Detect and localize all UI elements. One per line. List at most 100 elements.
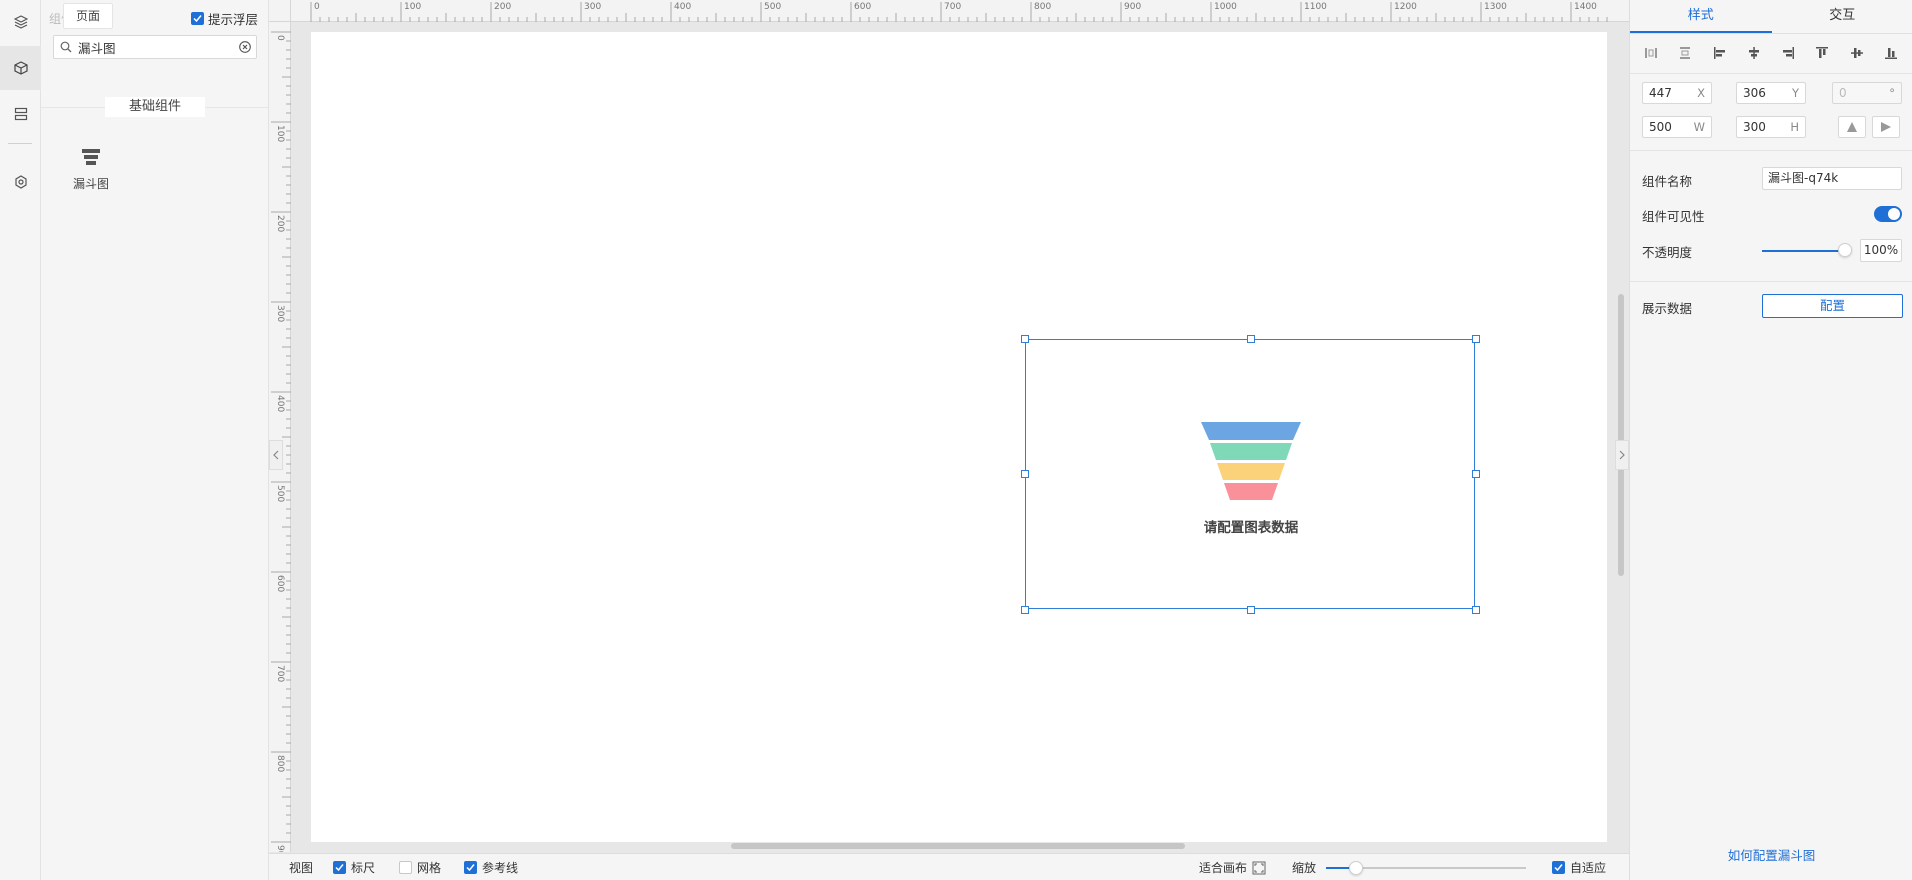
resize-handle-se[interactable]: [1472, 606, 1480, 614]
left-ruler: 0 100 200 300 400 500 600 700 800 900: [269, 22, 291, 852]
ruler-tick-label: 300: [275, 305, 285, 322]
y-position-input[interactable]: 306 Y: [1736, 82, 1806, 104]
zoom-slider[interactable]: [1326, 861, 1526, 875]
clear-search-icon[interactable]: [234, 41, 256, 53]
resize-handle-s[interactable]: [1247, 606, 1255, 614]
resize-handle-n[interactable]: [1247, 335, 1255, 343]
chevron-left-icon: [273, 450, 279, 460]
component-cube-icon[interactable]: [0, 46, 41, 90]
y-unit: Y: [1791, 86, 1799, 100]
auto-fit-label: 自适应: [1570, 861, 1607, 875]
resize-handle-nw[interactable]: [1021, 335, 1029, 343]
tab-page[interactable]: 页面: [63, 3, 114, 29]
component-item-funnel[interactable]: 漏斗图: [61, 148, 121, 192]
align-middle-vertical-icon[interactable]: [1846, 42, 1868, 64]
zoom-slider-knob[interactable]: [1349, 861, 1363, 875]
component-search[interactable]: 漏斗图: [53, 35, 257, 59]
search-icon: [54, 41, 78, 53]
tab-style[interactable]: 样式: [1630, 0, 1772, 33]
collapse-left-panel-button[interactable]: [269, 440, 283, 470]
help-link[interactable]: 如何配置漏斗图: [1630, 845, 1912, 864]
checkbox-checked-icon[interactable]: [333, 861, 346, 874]
align-right-icon[interactable]: [1777, 42, 1799, 64]
opacity-input[interactable]: 100%: [1860, 239, 1902, 262]
component-name-input[interactable]: 漏斗图-q74k: [1762, 167, 1902, 190]
opacity-slider[interactable]: [1762, 250, 1842, 252]
ruler-tick-label: 200: [275, 215, 285, 232]
settings-gear-icon[interactable]: [0, 160, 41, 204]
ruler-tick-label: 900: [1124, 2, 1141, 12]
ruler-tick-label: 300: [584, 2, 601, 12]
vertical-scrollbar[interactable]: [1618, 294, 1624, 576]
section-divider: [1630, 281, 1912, 282]
opacity-label: 不透明度: [1642, 245, 1693, 260]
resize-handle-e[interactable]: [1472, 470, 1480, 478]
property-tabs: 样式 交互: [1630, 0, 1912, 34]
ruler-tick-label: 0: [275, 35, 285, 41]
view-label: 视图: [289, 854, 313, 880]
hint-layer-label: 提示浮层: [208, 12, 259, 27]
align-top-icon[interactable]: [1811, 42, 1833, 64]
opacity-slider-knob[interactable]: [1838, 243, 1852, 257]
flip-horizontal-button[interactable]: [1872, 116, 1900, 138]
resize-handle-ne[interactable]: [1472, 335, 1480, 343]
zoom-label: 缩放: [1292, 854, 1316, 880]
collapse-right-panel-button[interactable]: [1615, 440, 1629, 470]
flip-vertical-button[interactable]: [1838, 116, 1866, 138]
checkbox-unchecked-icon[interactable]: [399, 861, 412, 874]
search-input[interactable]: 漏斗图: [78, 38, 234, 57]
section-divider: [1630, 73, 1912, 74]
chart-placeholder: 请配置图表数据: [1026, 340, 1476, 610]
x-position-input[interactable]: 447 X: [1642, 82, 1712, 104]
width-input[interactable]: 500 W: [1642, 116, 1712, 138]
align-bottom-icon[interactable]: [1880, 42, 1902, 64]
grid-toggle[interactable]: 网格: [399, 854, 441, 880]
component-name-label: 组件名称: [1642, 174, 1693, 189]
rotation-input: 0 °: [1832, 82, 1902, 104]
funnel-layer-2: [1210, 443, 1292, 460]
height-value: 300: [1743, 120, 1766, 134]
auto-fit-toggle[interactable]: 自适应: [1552, 854, 1606, 880]
ruler-toggle[interactable]: 标尺: [333, 854, 375, 880]
resize-handle-sw[interactable]: [1021, 606, 1029, 614]
checkbox-checked-icon[interactable]: [464, 861, 477, 874]
align-center-horizontal-icon[interactable]: [1743, 42, 1765, 64]
funnel-chart-widget[interactable]: 请配置图表数据: [1021, 335, 1480, 614]
resize-handle-w[interactable]: [1021, 470, 1029, 478]
rail-divider: [8, 143, 32, 144]
funnel-layer-1: [1201, 422, 1301, 440]
checkbox-checked-icon[interactable]: [1552, 861, 1565, 874]
ruler-tick-label: 1100: [1304, 2, 1327, 12]
visibility-label: 组件可见性: [1642, 209, 1705, 224]
fit-canvas-button[interactable]: 适合画布: [1199, 854, 1266, 880]
distribute-horizontal-icon[interactable]: [1640, 42, 1662, 64]
tab-interaction[interactable]: 交互: [1772, 0, 1912, 33]
ruler-tick-label: 800: [1034, 2, 1051, 12]
ruler-tick-label: 600: [275, 575, 285, 592]
ruler-tick-label: 200: [494, 2, 511, 12]
horizontal-scrollbar[interactable]: [731, 843, 1185, 849]
funnel-chart-icon: [82, 149, 100, 165]
height-input[interactable]: 300 H: [1736, 116, 1806, 138]
icon-rail: [0, 0, 41, 880]
distribute-vertical-icon[interactable]: [1674, 42, 1696, 64]
align-left-icon[interactable]: [1709, 42, 1731, 64]
view-text: 视图: [289, 861, 314, 875]
ruler-tick-label: 1000: [1214, 2, 1237, 12]
checkbox-checked-icon[interactable]: [191, 12, 204, 25]
fit-screen-icon[interactable]: [1252, 861, 1266, 875]
rotation-unit: °: [1889, 86, 1895, 100]
design-page[interactable]: 请配置图表数据: [311, 32, 1607, 842]
ruler-tick-label: 700: [275, 665, 285, 682]
hint-layer-checkbox[interactable]: 提示浮层: [191, 9, 258, 28]
page-structure-icon[interactable]: [0, 92, 41, 136]
layers-icon[interactable]: [0, 0, 41, 44]
configure-data-button[interactable]: 配置: [1762, 294, 1903, 318]
zoom-text: 缩放: [1292, 861, 1317, 875]
guide-toggle[interactable]: 参考线: [464, 854, 518, 880]
bottom-bar: 视图 标尺 网格 参考线 适合画布 缩放 自适应: [269, 853, 1629, 880]
flip-horizontal-icon: [1881, 122, 1891, 132]
placeholder-text: 请配置图表数据: [1203, 520, 1299, 536]
property-panel: 样式 交互 447 X 306 Y 0 ° 500 W 300 H 组件名称 漏: [1629, 0, 1912, 880]
visibility-toggle[interactable]: [1874, 206, 1902, 222]
